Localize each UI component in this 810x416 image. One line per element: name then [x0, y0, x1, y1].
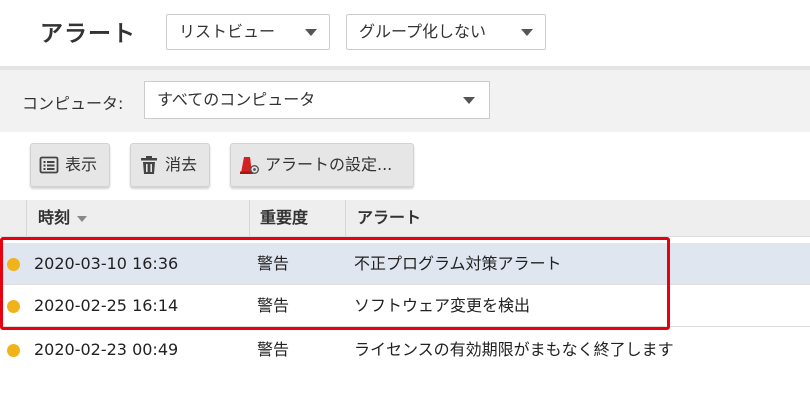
computer-filter-select[interactable]: すべてのコンピュータ	[144, 81, 490, 119]
column-header-time[interactable]: 時刻	[38, 200, 88, 236]
list-view-icon	[39, 156, 59, 174]
row-alert: 不正プログラム対策アラート	[354, 254, 562, 273]
column-separator	[249, 200, 250, 236]
alert-settings-icon	[240, 157, 259, 174]
row-time: 2020-02-23 00:49	[34, 340, 179, 359]
view-button-label: 表示	[65, 155, 98, 174]
chevron-down-icon	[305, 29, 317, 36]
filter-bar: コンピュータ: すべてのコンピュータ	[0, 70, 810, 132]
row-severity: 警告	[257, 296, 290, 315]
warning-status-icon	[7, 258, 20, 271]
table-row[interactable]: 2020-03-10 16:36 警告 不正プログラム対策アラート	[0, 243, 810, 285]
alert-settings-button-label: アラートの設定...	[265, 155, 393, 174]
column-header-severity-label: 重要度	[260, 208, 309, 227]
chevron-down-icon	[463, 97, 475, 104]
top-bar: アラート リストビュー グループ化しない	[0, 0, 810, 66]
row-severity: 警告	[257, 340, 290, 359]
row-time: 2020-02-25 16:14	[34, 296, 179, 315]
row-alert: ライセンスの有効期限がまもなく終了します	[354, 340, 674, 359]
chevron-down-icon	[77, 215, 88, 222]
warning-status-icon	[7, 344, 20, 357]
column-header-alert[interactable]: アラート	[357, 200, 421, 236]
toolbar: 表示 消去 アラートの設定...	[0, 132, 810, 200]
grouping-dropdown[interactable]: グループ化しない	[346, 14, 546, 50]
table-header: 時刻 重要度 アラート	[0, 200, 810, 237]
column-header-severity[interactable]: 重要度	[260, 200, 308, 236]
delete-button-label: 消去	[165, 155, 198, 174]
trash-icon	[141, 156, 157, 174]
row-alert: ソフトウェア変更を検出	[354, 296, 531, 315]
delete-button[interactable]: 消去	[130, 143, 210, 187]
computer-filter-value: すべてのコンピュータ	[157, 90, 316, 109]
row-time: 2020-03-10 16:36	[34, 254, 179, 273]
column-header-time-label: 時刻	[38, 208, 71, 227]
grouping-value: グループ化しない	[359, 22, 487, 41]
view-mode-dropdown[interactable]: リストビュー	[166, 14, 330, 50]
column-separator	[26, 200, 27, 236]
view-button[interactable]: 表示	[30, 143, 110, 187]
view-mode-value: リストビュー	[179, 22, 276, 41]
chevron-down-icon	[521, 29, 533, 36]
warning-status-icon	[7, 300, 20, 313]
alert-settings-button[interactable]: アラートの設定...	[230, 143, 414, 187]
table-row[interactable]: 2020-02-23 00:49 警告 ライセンスの有効期限がまもなく終了します	[0, 329, 810, 371]
row-severity: 警告	[257, 254, 290, 273]
column-header-alert-label: アラート	[357, 208, 422, 227]
column-separator	[345, 200, 346, 236]
page-title: アラート	[40, 21, 136, 47]
computer-filter-label: コンピュータ:	[22, 94, 124, 113]
table-row[interactable]: 2020-02-25 16:14 警告 ソフトウェア変更を検出	[0, 285, 810, 327]
